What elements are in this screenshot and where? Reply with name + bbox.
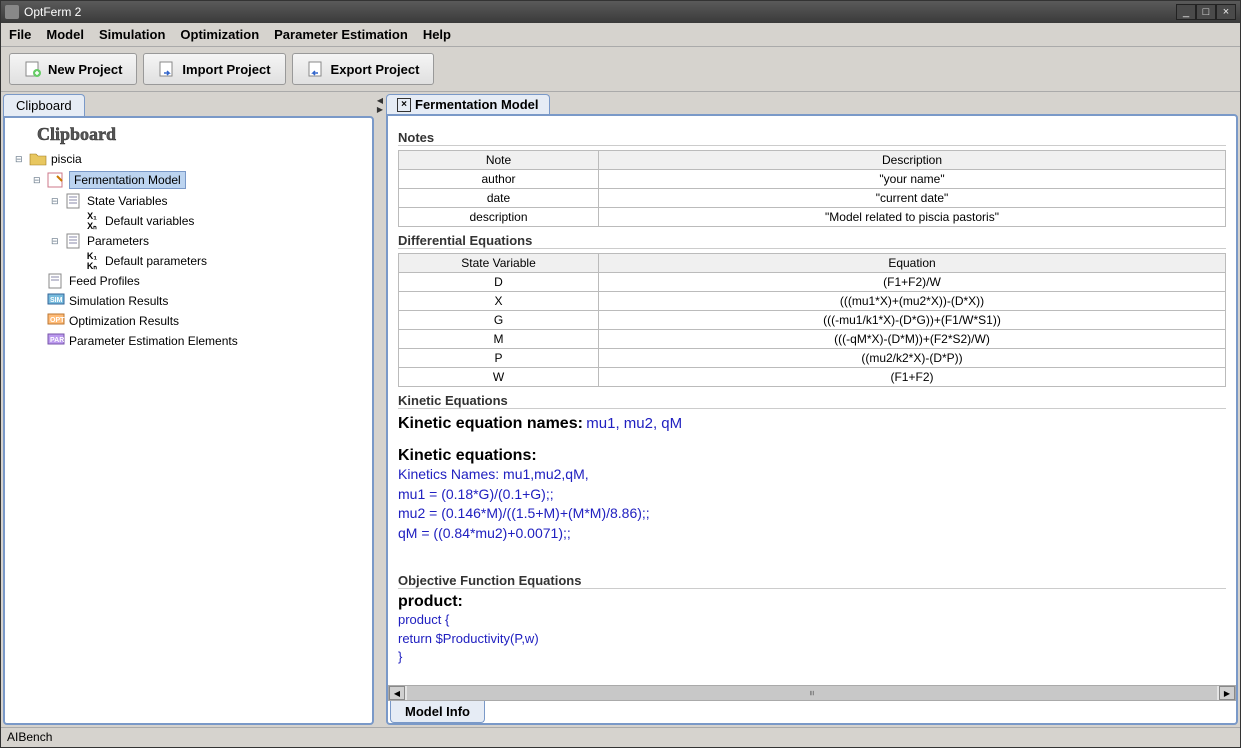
maximize-button[interactable]: □ bbox=[1196, 4, 1216, 20]
tree-default-parameters[interactable]: K₁KₙDefault parameters bbox=[69, 251, 368, 271]
window-title: OptFerm 2 bbox=[24, 5, 81, 19]
objective-heading: Objective Function Equations bbox=[398, 573, 1226, 589]
kinetic-names-label: Kinetic equation names: bbox=[398, 415, 583, 432]
folder-icon bbox=[29, 151, 47, 167]
toolbar: New Project Import Project Export Projec… bbox=[1, 47, 1240, 92]
kinetic-heading: Kinetic Equations bbox=[398, 393, 1226, 409]
par-icon: PAR bbox=[47, 333, 65, 349]
titlebar: OptFerm 2 _ □ × bbox=[1, 1, 1240, 23]
tree-state-variables[interactable]: ⊟State Variables bbox=[51, 191, 368, 211]
kinetic-equations: Kinetics Names: mu1,mu2,qM, mu1 = (0.18*… bbox=[398, 465, 1226, 543]
notes-heading: Notes bbox=[398, 130, 1226, 146]
list-icon bbox=[65, 193, 83, 209]
scroll-left-button[interactable]: ◀ bbox=[389, 686, 405, 700]
clipboard-pane: Clipboard ⊟piscia ⊟Fermentation Model ⊟S… bbox=[3, 116, 374, 725]
horizontal-scrollbar[interactable]: ◀ ▶ bbox=[388, 685, 1236, 701]
table-row[interactable]: P((mu2/k2*X)-(D*P)) bbox=[399, 349, 1226, 368]
table-row[interactable]: G(((-mu1/k1*X)-(D*G))+(F1/W*S1)) bbox=[399, 311, 1226, 330]
tree-parameters[interactable]: ⊟Parameters bbox=[51, 231, 368, 251]
menu-parameter-estimation[interactable]: Parameter Estimation bbox=[274, 27, 408, 42]
tree-parameter-estimation-elements[interactable]: PARParameter Estimation Elements bbox=[33, 331, 368, 351]
product-label: product: bbox=[398, 593, 1226, 611]
model-info-tab[interactable]: Model Info bbox=[390, 701, 485, 723]
table-row[interactable]: author"your name" bbox=[399, 170, 1226, 189]
tree-project[interactable]: ⊟piscia bbox=[15, 149, 368, 169]
menu-simulation[interactable]: Simulation bbox=[99, 27, 165, 42]
list-icon bbox=[47, 273, 65, 289]
menu-optimization[interactable]: Optimization bbox=[180, 27, 259, 42]
model-icon bbox=[47, 172, 65, 188]
svg-text:PAR: PAR bbox=[50, 337, 64, 344]
diffeq-table: State VariableEquation D(F1+F2)/W X(((mu… bbox=[398, 253, 1226, 387]
menu-model[interactable]: Model bbox=[46, 27, 84, 42]
import-project-button[interactable]: Import Project bbox=[143, 53, 285, 85]
fermentation-model-tab[interactable]: × Fermentation Model bbox=[386, 94, 550, 114]
splitter[interactable]: ◀▶ bbox=[376, 94, 384, 725]
svg-text:SIM: SIM bbox=[50, 297, 63, 304]
close-button[interactable]: × bbox=[1216, 4, 1236, 20]
params-icon: K₁Kₙ bbox=[83, 253, 101, 269]
list-icon bbox=[65, 233, 83, 249]
scroll-thumb[interactable] bbox=[407, 686, 1217, 700]
tab-close-icon[interactable]: × bbox=[397, 98, 411, 112]
tree-feed-profiles[interactable]: Feed Profiles bbox=[33, 271, 368, 291]
model-content: Notes NoteDescription author"your name" … bbox=[388, 116, 1236, 685]
tree-default-variables[interactable]: X₁XₙDefault variables bbox=[69, 211, 368, 231]
diffeq-heading: Differential Equations bbox=[398, 233, 1226, 249]
table-row[interactable]: X(((mu1*X)+(mu2*X))-(D*X)) bbox=[399, 292, 1226, 311]
clipboard-title: Clipboard bbox=[37, 124, 368, 145]
table-row[interactable]: D(F1+F2)/W bbox=[399, 273, 1226, 292]
new-project-button[interactable]: New Project bbox=[9, 53, 137, 85]
vars-icon: X₁Xₙ bbox=[83, 213, 101, 229]
notes-table: NoteDescription author"your name" date"c… bbox=[398, 150, 1226, 227]
scroll-right-button[interactable]: ▶ bbox=[1219, 686, 1235, 700]
opt-icon: OPT bbox=[47, 313, 65, 329]
app-icon bbox=[5, 5, 19, 19]
table-row[interactable]: M(((-qM*X)-(D*M))+(F2*S2)/W) bbox=[399, 330, 1226, 349]
kinetic-names-value: mu1, mu2, qM bbox=[586, 415, 682, 432]
clipboard-tab[interactable]: Clipboard bbox=[3, 94, 85, 116]
tree-simulation-results[interactable]: SIMSimulation Results bbox=[33, 291, 368, 311]
menubar: File Model Simulation Optimization Param… bbox=[1, 23, 1240, 47]
menu-help[interactable]: Help bbox=[423, 27, 451, 42]
kinetic-equations-label: Kinetic equations: bbox=[398, 447, 1226, 465]
tree-optimization-results[interactable]: OPTOptimization Results bbox=[33, 311, 368, 331]
minimize-button[interactable]: _ bbox=[1176, 4, 1196, 20]
export-project-button[interactable]: Export Project bbox=[292, 53, 435, 85]
product-equation: product { return $Productivity(P,w) } bbox=[398, 611, 1226, 666]
table-row[interactable]: date"current date" bbox=[399, 189, 1226, 208]
menu-file[interactable]: File bbox=[9, 27, 31, 42]
tree-fermentation-model[interactable]: ⊟Fermentation Model bbox=[33, 169, 368, 191]
table-row[interactable]: W(F1+F2) bbox=[399, 368, 1226, 387]
statusbar: AIBench bbox=[1, 727, 1240, 747]
table-row[interactable]: description"Model related to piscia past… bbox=[399, 208, 1226, 227]
svg-text:OPT: OPT bbox=[50, 317, 65, 324]
sim-icon: SIM bbox=[47, 293, 65, 309]
